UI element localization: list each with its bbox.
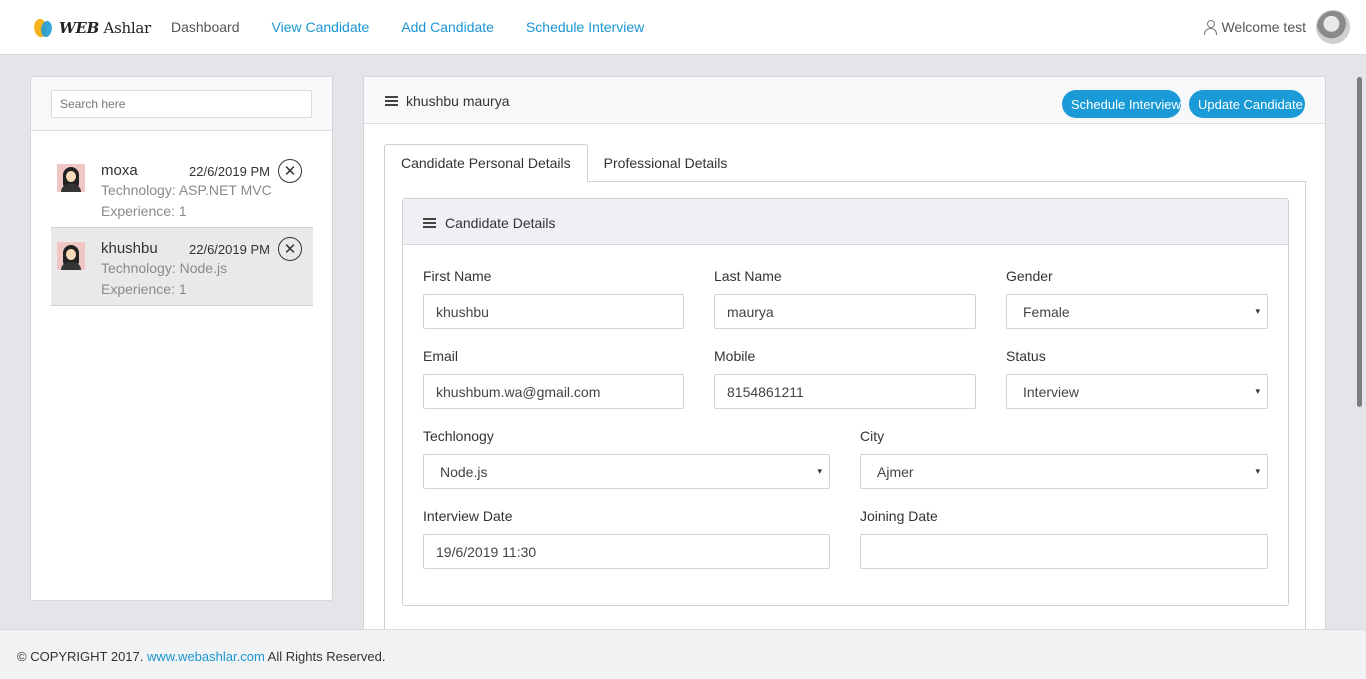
gender-value: Female [1023,303,1070,320]
footer-website-link[interactable]: www.webashlar.com [147,649,265,664]
candidate-technology: Technology: ASP.NET MVC [101,182,272,198]
chevron-down-icon: ▾ [1255,386,1260,396]
first-name-label: First Name [423,268,492,284]
main-nav: Dashboard View Candidate Add Candidate S… [171,19,676,35]
joining-date-label: Joining Date [860,508,938,524]
schedule-interview-button[interactable]: Schedule Interview [1062,90,1181,118]
page-footer: © COPYRIGHT 2017. www.webashlar.com All … [0,629,1366,679]
mobile-label: Mobile [714,348,756,364]
brand-logo[interactable]: WEB Ashlar [31,15,151,41]
remove-candidate-close-icon[interactable]: ✕ [278,159,302,183]
status-value: Interview [1023,383,1080,400]
last-name-field[interactable]: maurya [714,294,976,329]
city-select[interactable]: Ajmer ▾ [860,454,1268,489]
chevron-down-icon: ▾ [1255,466,1260,476]
user-avatar[interactable] [1316,10,1350,44]
brand-web-text: WEB [59,19,100,37]
nav-dashboard[interactable]: Dashboard [171,19,240,35]
gender-select[interactable]: Female ▾ [1006,294,1268,329]
copyright-suffix: All Rights Reserved. [264,649,386,664]
interview-date-field[interactable]: 19/6/2019 11:30 [423,534,830,569]
details-header: Candidate Details [403,199,1288,245]
candidate-item-moxa[interactable]: moxa 22/6/2019 PM Technology: ASP.NET MV… [51,150,313,228]
candidate-experience: Experience: 1 [101,281,187,297]
list-icon [423,218,436,228]
candidate-name: khushbu [101,240,158,257]
interview-date-label: Interview Date [423,508,513,524]
scrollbar-thumb[interactable] [1357,77,1362,407]
panel-header: khushbu maurya Schedule Interview Update… [364,77,1325,124]
logo-leaf-icon [31,17,55,39]
tab-content: Candidate Details First Name khushbu Las… [384,181,1306,641]
status-label: Status [1006,348,1046,364]
copyright-text: © COPYRIGHT 2017. www.webashlar.com All … [17,649,385,664]
technology-label: Techlonogy [423,428,494,444]
candidate-avatar-icon [57,164,85,192]
welcome-text: Welcome test [1221,19,1306,35]
mobile-field[interactable]: 8154861211 [714,374,976,409]
search-bar [31,77,332,131]
candidate-experience: Experience: 1 [101,203,187,219]
user-icon [1203,20,1218,35]
gender-label: Gender [1006,268,1053,284]
last-name-label: Last Name [714,268,782,284]
candidate-date: 22/6/2019 PM [189,164,270,179]
tab-personal-details[interactable]: Candidate Personal Details [384,144,588,182]
city-label: City [860,428,885,444]
technology-select[interactable]: Node.js ▾ [423,454,830,489]
candidate-detail-panel: khushbu maurya Schedule Interview Update… [363,76,1326,641]
nav-schedule-interview[interactable]: Schedule Interview [526,19,644,35]
candidate-item-khushbu[interactable]: khushbu 22/6/2019 PM Technology: Node.js… [51,228,313,306]
joining-date-field[interactable] [860,534,1268,569]
candidate-sidebar: moxa 22/6/2019 PM Technology: ASP.NET MV… [30,76,333,601]
candidate-list: moxa 22/6/2019 PM Technology: ASP.NET MV… [51,150,313,306]
status-select[interactable]: Interview ▾ [1006,374,1268,409]
copyright-prefix: © COPYRIGHT 2017. [17,649,147,664]
nav-view-candidate[interactable]: View Candidate [272,19,370,35]
details-title: Candidate Details [445,215,556,231]
city-value: Ajmer [877,463,914,480]
user-menu[interactable]: Welcome test [1203,19,1306,35]
remove-candidate-close-icon[interactable]: ✕ [278,237,302,261]
chevron-down-icon: ▾ [1255,306,1260,316]
first-name-field[interactable]: khushbu [423,294,684,329]
candidate-technology: Technology: Node.js [101,260,228,276]
update-candidate-button[interactable]: Update Candidate [1189,90,1305,118]
candidate-avatar-icon [57,242,85,270]
candidate-details-card: Candidate Details First Name khushbu Las… [402,198,1289,606]
email-field[interactable]: khushbum.wa@gmail.com [423,374,684,409]
nav-add-candidate[interactable]: Add Candidate [401,19,494,35]
email-label: Email [423,348,459,364]
candidate-title: khushbu maurya [406,93,510,109]
chevron-down-icon: ▾ [817,466,822,476]
tab-professional-details[interactable]: Professional Details [588,144,744,182]
candidate-name: moxa [101,162,138,179]
detail-tabs: Candidate Personal Details Professional … [384,144,743,182]
candidate-date: 22/6/2019 PM [189,242,270,257]
list-icon [385,96,398,106]
brand-ashlar-text: Ashlar [103,19,152,37]
page-scrollbar[interactable] [1341,55,1366,629]
brand-name: WEB Ashlar [59,19,151,37]
technology-value: Node.js [440,463,488,480]
top-header: WEB Ashlar Dashboard View Candidate Add … [0,0,1366,55]
search-input[interactable] [51,90,312,118]
